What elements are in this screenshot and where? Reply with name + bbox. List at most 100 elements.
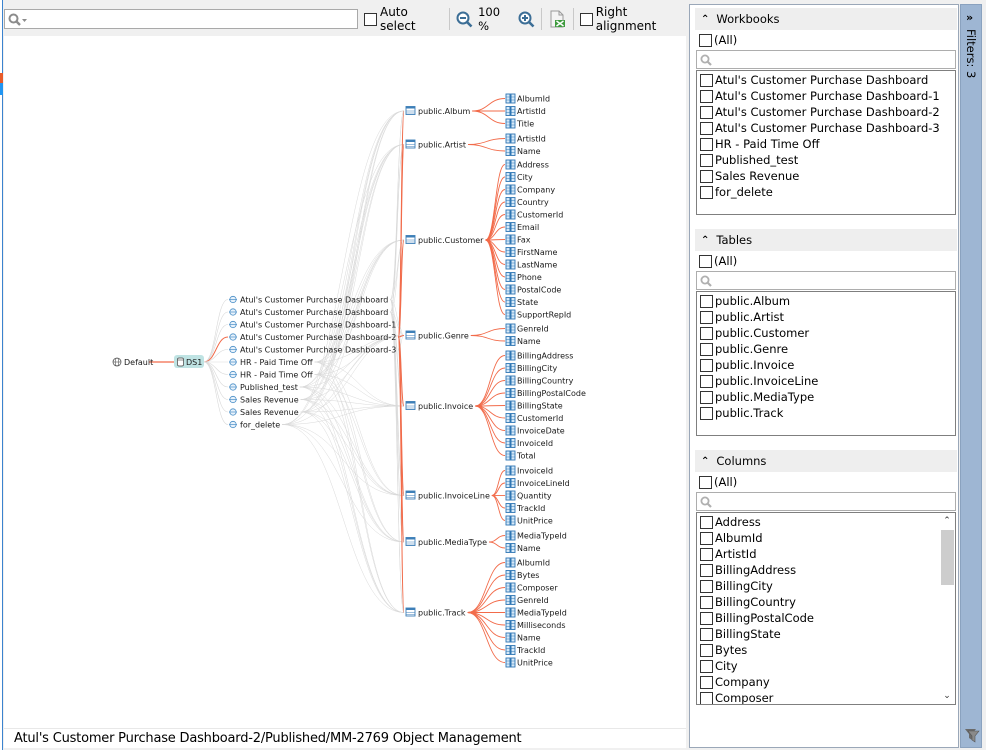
columns-all-checkbox[interactable] [699, 475, 712, 489]
graph-node-column[interactable] [505, 272, 516, 282]
graph-node-column[interactable] [505, 582, 516, 593]
column-item-checkbox[interactable] [700, 579, 713, 593]
auto-select-toggle[interactable]: Auto select [363, 5, 443, 33]
workbook-item-checkbox[interactable] [700, 89, 713, 103]
graph-node-column[interactable] [505, 657, 516, 668]
graph-node-column[interactable] [505, 438, 516, 448]
graph-node-table[interactable] [405, 490, 416, 500]
graph-node-column[interactable] [505, 515, 516, 526]
workbooks-all-option[interactable]: (All) [695, 30, 957, 50]
graph-node-column[interactable] [505, 645, 516, 655]
columns-search-input[interactable] [715, 494, 945, 509]
workbook-list-item[interactable]: Atul's Customer Purchase Dashboard [697, 72, 955, 88]
column-list-item[interactable]: Bytes [697, 642, 955, 658]
table-item-checkbox[interactable] [700, 310, 713, 324]
column-item-checkbox[interactable] [700, 691, 713, 704]
graph-node-column[interactable] [505, 570, 516, 580]
graph-node-workbook[interactable] [229, 320, 237, 329]
table-list-item[interactable]: public.MediaType [697, 389, 955, 405]
column-item-checkbox[interactable] [700, 595, 713, 609]
workbook-item-checkbox[interactable] [700, 105, 713, 119]
graph-node-column[interactable] [505, 375, 516, 386]
columns-all-option[interactable]: (All) [695, 472, 957, 492]
column-list-item[interactable]: City [697, 658, 955, 674]
column-list-item[interactable]: AlbumId [697, 530, 955, 546]
graph-node-table[interactable] [405, 607, 416, 617]
graph-node-column[interactable] [505, 413, 516, 423]
right-alignment-toggle[interactable]: Right alignment [579, 5, 686, 33]
workbook-item-checkbox[interactable] [700, 185, 713, 199]
columns-search-box[interactable] [696, 492, 956, 511]
table-list-item[interactable]: public.Invoice [697, 357, 955, 373]
graph-node-column[interactable] [505, 284, 516, 295]
graph-node-table[interactable] [405, 401, 416, 410]
graph-node-column[interactable] [505, 209, 516, 220]
graph-node-column[interactable] [505, 222, 516, 232]
graph-node-column[interactable] [505, 336, 516, 346]
table-list-item[interactable]: public.Customer [697, 325, 955, 341]
workbooks-section-header[interactable]: ⌃ Workbooks [695, 8, 957, 30]
workbooks-all-checkbox[interactable] [699, 33, 712, 47]
graph-node-column[interactable] [505, 595, 516, 605]
collapse-icon[interactable]: ⌃ [701, 235, 709, 246]
graph-node-table[interactable] [405, 139, 416, 149]
graph-node-column[interactable] [505, 309, 516, 320]
graph-node-workbook[interactable] [229, 408, 237, 416]
workbook-item-checkbox[interactable] [700, 73, 713, 87]
graph-node-column[interactable] [505, 247, 516, 257]
graph-node-column[interactable] [505, 490, 516, 501]
workbook-list-item[interactable]: Sales Revenue [697, 168, 955, 184]
column-item-checkbox[interactable] [700, 563, 713, 577]
column-list-item[interactable]: Company [697, 674, 955, 690]
scroll-down-arrow-icon[interactable]: ⌄ [939, 688, 955, 704]
graph-node-column[interactable] [505, 503, 516, 513]
graph-node-column[interactable] [505, 172, 516, 182]
table-list-item[interactable]: public.Genre [697, 341, 955, 357]
export-excel-button[interactable] [548, 9, 567, 29]
column-list-item[interactable]: BillingState [697, 626, 955, 642]
column-item-checkbox[interactable] [700, 659, 713, 673]
workbook-list-item[interactable]: Atul's Customer Purchase Dashboard-2 [697, 104, 955, 120]
column-item-checkbox[interactable] [700, 627, 713, 641]
column-item-checkbox[interactable] [700, 643, 713, 657]
graph-node-workbook[interactable] [229, 370, 237, 379]
column-item-checkbox[interactable] [700, 611, 713, 625]
graph-node-column[interactable] [505, 106, 516, 116]
graph-node-column[interactable] [505, 197, 516, 207]
graph-node-column[interactable] [505, 388, 516, 398]
graph-node-workbook[interactable] [229, 295, 237, 304]
table-list-item[interactable]: public.InvoiceLine [697, 373, 955, 389]
column-item-checkbox[interactable] [700, 675, 713, 689]
workbook-list-item[interactable]: Atul's Customer Purchase Dashboard-1 [697, 88, 955, 104]
table-item-checkbox[interactable] [700, 390, 713, 404]
tables-search-input[interactable] [715, 273, 945, 288]
graph-node-column[interactable] [505, 465, 516, 476]
graph-node-column[interactable] [505, 159, 516, 170]
filters-side-tab[interactable]: » Filters: 3 [960, 4, 982, 748]
column-item-checkbox[interactable] [700, 531, 713, 545]
graph-node-column[interactable] [505, 118, 516, 129]
lineage-graph-canvas[interactable]: Default DS1 Atul's Customer Purchase Dashb… [4, 36, 686, 728]
columns-section-header[interactable]: ⌃ Columns [695, 450, 957, 472]
table-list-item[interactable]: public.Artist [697, 309, 955, 325]
column-list-item[interactable]: BillingCity [697, 578, 955, 594]
column-item-checkbox[interactable] [700, 515, 713, 529]
table-list-item[interactable]: public.Track [697, 405, 955, 421]
collapse-icon[interactable]: ⌃ [701, 456, 709, 467]
column-list-item[interactable]: BillingCountry [697, 594, 955, 610]
graph-node-column[interactable] [505, 478, 516, 488]
collapse-icon[interactable]: ⌃ [701, 14, 709, 25]
graph-node-column[interactable] [505, 234, 516, 245]
graph-node-table[interactable] [405, 235, 416, 244]
graph-search-box[interactable] [4, 9, 369, 29]
column-list-item[interactable]: ArtistId [697, 546, 955, 562]
table-item-checkbox[interactable] [700, 342, 713, 356]
column-list-item[interactable]: BillingPostalCode [697, 610, 955, 626]
graph-node-workbook[interactable] [229, 383, 237, 391]
graph-node-column[interactable] [505, 259, 516, 270]
workbook-list-item[interactable]: Atul's Customer Purchase Dashboard-3 [697, 120, 955, 136]
workbooks-search-box[interactable] [696, 50, 956, 69]
graph-node-table[interactable] [405, 537, 416, 546]
column-list-item[interactable]: Address [697, 514, 955, 530]
graph-node-workbook[interactable] [229, 395, 237, 404]
